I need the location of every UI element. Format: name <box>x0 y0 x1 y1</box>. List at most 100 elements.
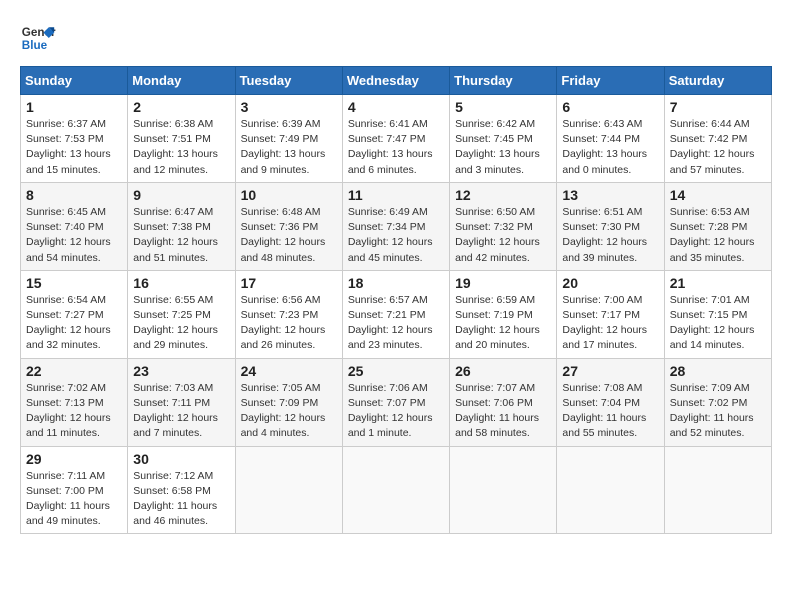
day-number: 30 <box>133 451 229 467</box>
calendar-week-row: 22 Sunrise: 7:02 AMSunset: 7:13 PMDaylig… <box>21 358 772 446</box>
calendar-day-cell: 30 Sunrise: 7:12 AMSunset: 6:58 PMDaylig… <box>128 446 235 534</box>
day-info: Sunrise: 6:41 AMSunset: 7:47 PMDaylight:… <box>348 118 433 176</box>
day-info: Sunrise: 6:51 AMSunset: 7:30 PMDaylight:… <box>562 206 647 264</box>
day-number: 8 <box>26 187 122 203</box>
calendar-day-cell: 10 Sunrise: 6:48 AMSunset: 7:36 PMDaylig… <box>235 182 342 270</box>
day-info: Sunrise: 6:56 AMSunset: 7:23 PMDaylight:… <box>241 294 326 352</box>
day-info: Sunrise: 7:06 AMSunset: 7:07 PMDaylight:… <box>348 382 433 440</box>
day-info: Sunrise: 6:42 AMSunset: 7:45 PMDaylight:… <box>455 118 540 176</box>
day-number: 24 <box>241 363 337 379</box>
day-number: 29 <box>26 451 122 467</box>
day-info: Sunrise: 7:00 AMSunset: 7:17 PMDaylight:… <box>562 294 647 352</box>
calendar-day-cell: 12 Sunrise: 6:50 AMSunset: 7:32 PMDaylig… <box>450 182 557 270</box>
day-number: 17 <box>241 275 337 291</box>
day-info: Sunrise: 7:09 AMSunset: 7:02 PMDaylight:… <box>670 382 754 440</box>
calendar-week-row: 8 Sunrise: 6:45 AMSunset: 7:40 PMDayligh… <box>21 182 772 270</box>
day-info: Sunrise: 7:03 AMSunset: 7:11 PMDaylight:… <box>133 382 218 440</box>
day-info: Sunrise: 6:53 AMSunset: 7:28 PMDaylight:… <box>670 206 755 264</box>
day-number: 18 <box>348 275 444 291</box>
calendar-day-cell: 20 Sunrise: 7:00 AMSunset: 7:17 PMDaylig… <box>557 270 664 358</box>
weekday-header: Monday <box>128 67 235 95</box>
day-info: Sunrise: 7:11 AMSunset: 7:00 PMDaylight:… <box>26 470 110 528</box>
weekday-header: Friday <box>557 67 664 95</box>
day-info: Sunrise: 7:12 AMSunset: 6:58 PMDaylight:… <box>133 470 217 528</box>
logo: General Blue <box>20 20 56 56</box>
weekday-header: Thursday <box>450 67 557 95</box>
calendar-day-cell: 28 Sunrise: 7:09 AMSunset: 7:02 PMDaylig… <box>664 358 771 446</box>
day-number: 12 <box>455 187 551 203</box>
calendar-day-cell: 24 Sunrise: 7:05 AMSunset: 7:09 PMDaylig… <box>235 358 342 446</box>
calendar-day-cell: 22 Sunrise: 7:02 AMSunset: 7:13 PMDaylig… <box>21 358 128 446</box>
calendar-day-cell: 7 Sunrise: 6:44 AMSunset: 7:42 PMDayligh… <box>664 95 771 183</box>
calendar-table: SundayMondayTuesdayWednesdayThursdayFrid… <box>20 66 772 534</box>
day-number: 4 <box>348 99 444 115</box>
day-number: 26 <box>455 363 551 379</box>
day-number: 20 <box>562 275 658 291</box>
day-number: 6 <box>562 99 658 115</box>
logo-icon: General Blue <box>20 20 56 56</box>
day-info: Sunrise: 6:45 AMSunset: 7:40 PMDaylight:… <box>26 206 111 264</box>
day-info: Sunrise: 6:37 AMSunset: 7:53 PMDaylight:… <box>26 118 111 176</box>
weekday-header: Wednesday <box>342 67 449 95</box>
weekday-header-row: SundayMondayTuesdayWednesdayThursdayFrid… <box>21 67 772 95</box>
calendar-day-cell <box>664 446 771 534</box>
day-info: Sunrise: 6:49 AMSunset: 7:34 PMDaylight:… <box>348 206 433 264</box>
day-number: 1 <box>26 99 122 115</box>
calendar-day-cell <box>235 446 342 534</box>
calendar-day-cell <box>557 446 664 534</box>
day-number: 21 <box>670 275 766 291</box>
day-info: Sunrise: 7:02 AMSunset: 7:13 PMDaylight:… <box>26 382 111 440</box>
day-number: 2 <box>133 99 229 115</box>
calendar-day-cell: 2 Sunrise: 6:38 AMSunset: 7:51 PMDayligh… <box>128 95 235 183</box>
weekday-header: Saturday <box>664 67 771 95</box>
calendar-week-row: 29 Sunrise: 7:11 AMSunset: 7:00 PMDaylig… <box>21 446 772 534</box>
day-info: Sunrise: 6:50 AMSunset: 7:32 PMDaylight:… <box>455 206 540 264</box>
day-info: Sunrise: 6:43 AMSunset: 7:44 PMDaylight:… <box>562 118 647 176</box>
day-info: Sunrise: 6:54 AMSunset: 7:27 PMDaylight:… <box>26 294 111 352</box>
day-info: Sunrise: 7:08 AMSunset: 7:04 PMDaylight:… <box>562 382 646 440</box>
day-number: 23 <box>133 363 229 379</box>
calendar-day-cell: 4 Sunrise: 6:41 AMSunset: 7:47 PMDayligh… <box>342 95 449 183</box>
day-info: Sunrise: 6:55 AMSunset: 7:25 PMDaylight:… <box>133 294 218 352</box>
day-info: Sunrise: 7:01 AMSunset: 7:15 PMDaylight:… <box>670 294 755 352</box>
calendar-day-cell <box>450 446 557 534</box>
calendar-day-cell: 21 Sunrise: 7:01 AMSunset: 7:15 PMDaylig… <box>664 270 771 358</box>
calendar-day-cell: 29 Sunrise: 7:11 AMSunset: 7:00 PMDaylig… <box>21 446 128 534</box>
calendar-day-cell: 16 Sunrise: 6:55 AMSunset: 7:25 PMDaylig… <box>128 270 235 358</box>
calendar-day-cell: 26 Sunrise: 7:07 AMSunset: 7:06 PMDaylig… <box>450 358 557 446</box>
calendar-day-cell: 25 Sunrise: 7:06 AMSunset: 7:07 PMDaylig… <box>342 358 449 446</box>
calendar-day-cell <box>342 446 449 534</box>
day-number: 10 <box>241 187 337 203</box>
day-info: Sunrise: 6:39 AMSunset: 7:49 PMDaylight:… <box>241 118 326 176</box>
day-info: Sunrise: 6:44 AMSunset: 7:42 PMDaylight:… <box>670 118 755 176</box>
weekday-header: Tuesday <box>235 67 342 95</box>
day-number: 11 <box>348 187 444 203</box>
calendar-day-cell: 9 Sunrise: 6:47 AMSunset: 7:38 PMDayligh… <box>128 182 235 270</box>
day-number: 7 <box>670 99 766 115</box>
day-info: Sunrise: 7:07 AMSunset: 7:06 PMDaylight:… <box>455 382 539 440</box>
calendar-day-cell: 18 Sunrise: 6:57 AMSunset: 7:21 PMDaylig… <box>342 270 449 358</box>
calendar-day-cell: 6 Sunrise: 6:43 AMSunset: 7:44 PMDayligh… <box>557 95 664 183</box>
day-number: 27 <box>562 363 658 379</box>
calendar-day-cell: 1 Sunrise: 6:37 AMSunset: 7:53 PMDayligh… <box>21 95 128 183</box>
calendar-day-cell: 27 Sunrise: 7:08 AMSunset: 7:04 PMDaylig… <box>557 358 664 446</box>
day-number: 15 <box>26 275 122 291</box>
day-info: Sunrise: 7:05 AMSunset: 7:09 PMDaylight:… <box>241 382 326 440</box>
calendar-day-cell: 23 Sunrise: 7:03 AMSunset: 7:11 PMDaylig… <box>128 358 235 446</box>
day-number: 28 <box>670 363 766 379</box>
day-number: 19 <box>455 275 551 291</box>
day-number: 3 <box>241 99 337 115</box>
calendar-day-cell: 11 Sunrise: 6:49 AMSunset: 7:34 PMDaylig… <box>342 182 449 270</box>
day-number: 25 <box>348 363 444 379</box>
day-info: Sunrise: 6:48 AMSunset: 7:36 PMDaylight:… <box>241 206 326 264</box>
day-info: Sunrise: 6:57 AMSunset: 7:21 PMDaylight:… <box>348 294 433 352</box>
calendar-day-cell: 14 Sunrise: 6:53 AMSunset: 7:28 PMDaylig… <box>664 182 771 270</box>
svg-text:Blue: Blue <box>22 39 48 52</box>
day-info: Sunrise: 6:47 AMSunset: 7:38 PMDaylight:… <box>133 206 218 264</box>
calendar-day-cell: 8 Sunrise: 6:45 AMSunset: 7:40 PMDayligh… <box>21 182 128 270</box>
day-number: 14 <box>670 187 766 203</box>
calendar-day-cell: 19 Sunrise: 6:59 AMSunset: 7:19 PMDaylig… <box>450 270 557 358</box>
calendar-day-cell: 5 Sunrise: 6:42 AMSunset: 7:45 PMDayligh… <box>450 95 557 183</box>
day-number: 16 <box>133 275 229 291</box>
calendar-day-cell: 13 Sunrise: 6:51 AMSunset: 7:30 PMDaylig… <box>557 182 664 270</box>
